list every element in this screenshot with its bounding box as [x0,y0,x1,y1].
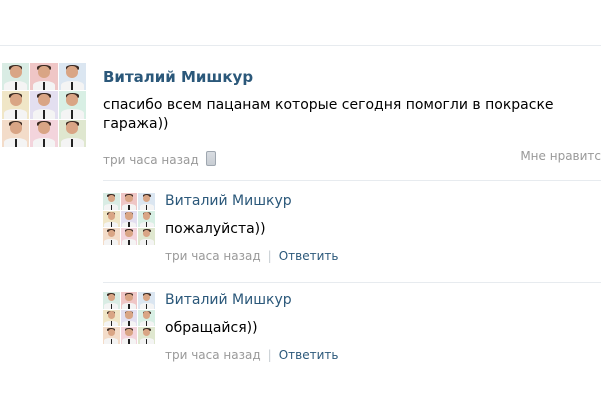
avatar-photo-tile [120,309,138,327]
avatar-photo-tile [30,91,58,119]
comment-author-avatar[interactable] [103,193,155,245]
avatar-photo-tile [138,193,155,210]
comment-item: Виталий Мишкур обращайся)) три часа наза… [103,282,601,380]
meta-separator: | [267,348,272,362]
avatar-photo-tile [2,119,30,147]
like-button[interactable]: Мне нравитс [520,149,601,163]
reply-link[interactable]: Ответить [279,348,339,362]
avatar-photo-tile [120,327,138,344]
post-text: спасибо всем пацанам которые сегодня пом… [103,96,554,134]
author-avatar[interactable] [2,63,86,147]
post-meta: три часа назад [103,149,216,167]
avatar-photo-tile [120,228,138,245]
avatar-photo-tile [138,327,155,344]
comment-text: пожалуйста)) [165,221,266,237]
comment-author-name[interactable]: Виталий Мишкур [165,292,292,308]
post-author-name[interactable]: Виталий Мишкур [103,68,253,86]
post-text-line-2: гаража)) [103,116,169,132]
comment-item: Виталий Мишкур пожалуйста)) три часа наз… [103,183,601,281]
avatar-photo-tile [103,210,120,228]
avatar-photo-tile [2,91,30,119]
avatar-photo-tile [30,119,58,147]
avatar-photo-tile [138,210,155,228]
comment-text: обращайся)) [165,320,258,336]
comment-time[interactable]: три часа назад [165,348,261,362]
avatar-photo-tile [103,309,120,327]
avatar-photo-tile [58,63,86,91]
avatar-photo-tile [103,228,120,245]
avatar-photo-tile [58,119,86,147]
top-divider [0,45,601,46]
avatar-photo-tile [138,292,155,309]
avatar-photo-tile [103,327,120,344]
avatar-photo-tile [58,91,86,119]
post-time[interactable]: три часа назад [103,153,199,167]
comment-meta: три часа назад | Ответить [165,249,338,263]
comment-author-name[interactable]: Виталий Мишкур [165,193,292,209]
avatar-photo-tile [120,210,138,228]
avatar-photo-tile [103,292,120,309]
mobile-phone-icon [205,151,216,166]
avatar-photo-tile [2,63,30,91]
avatar-photo-tile [103,193,120,210]
avatar-photo-tile [138,309,155,327]
comment-time[interactable]: три часа назад [165,249,261,263]
avatar-photo-tile [120,292,138,309]
post-text-line-1: спасибо всем пацанам которые сегодня пом… [103,97,554,113]
comment-author-avatar[interactable] [103,292,155,344]
avatar-photo-tile [120,193,138,210]
avatar-photo-tile [138,228,155,245]
meta-separator: | [267,249,272,263]
avatar-photo-tile [30,63,58,91]
reply-link[interactable]: Ответить [279,249,339,263]
comments-divider [103,180,601,181]
comment-meta: три часа назад | Ответить [165,348,338,362]
